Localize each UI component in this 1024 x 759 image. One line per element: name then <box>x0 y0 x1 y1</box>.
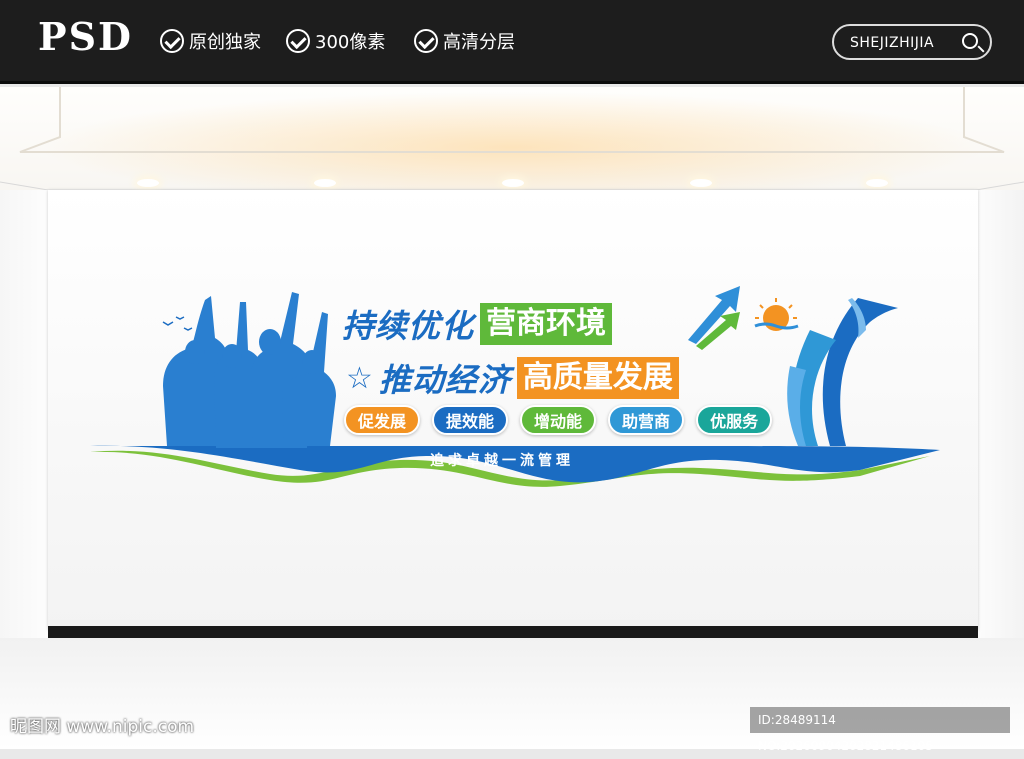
main-title-line2: ☆ 推动经济 高质量发展 <box>346 355 679 401</box>
pill-efficiency: 提效能 <box>432 405 509 435</box>
sail-graphic <box>787 298 898 446</box>
watermark-site: 昵图网 www.nipic.com <box>10 717 195 737</box>
watermark-id: ID:28489114 NO:20260904202821486105 <box>750 707 1010 753</box>
pill-business: 助营商 <box>608 405 685 435</box>
slogan-pills: 促发展 提效能 增动能 助营商 优服务 <box>344 405 773 435</box>
wave-slogan: 追求卓越一流管理 <box>430 453 574 469</box>
people-silhouettes <box>163 292 336 448</box>
title-line1-box: 营商环境 <box>480 303 613 345</box>
pill-service: 优服务 <box>696 405 773 435</box>
title-line2-text: 推动经济 <box>378 361 511 399</box>
sun-icon <box>754 298 799 331</box>
title-line1-text: 持续优化 <box>342 307 475 345</box>
title-line2-box: 高质量发展 <box>516 357 679 399</box>
main-title-line1: 持续优化 营商环境 <box>342 301 613 347</box>
birds <box>162 316 193 331</box>
rising-arrow-icon <box>688 286 740 350</box>
pill-momentum: 增动能 <box>520 405 597 435</box>
pill-promote: 促发展 <box>344 405 421 435</box>
star-icon: ☆ <box>346 360 373 396</box>
